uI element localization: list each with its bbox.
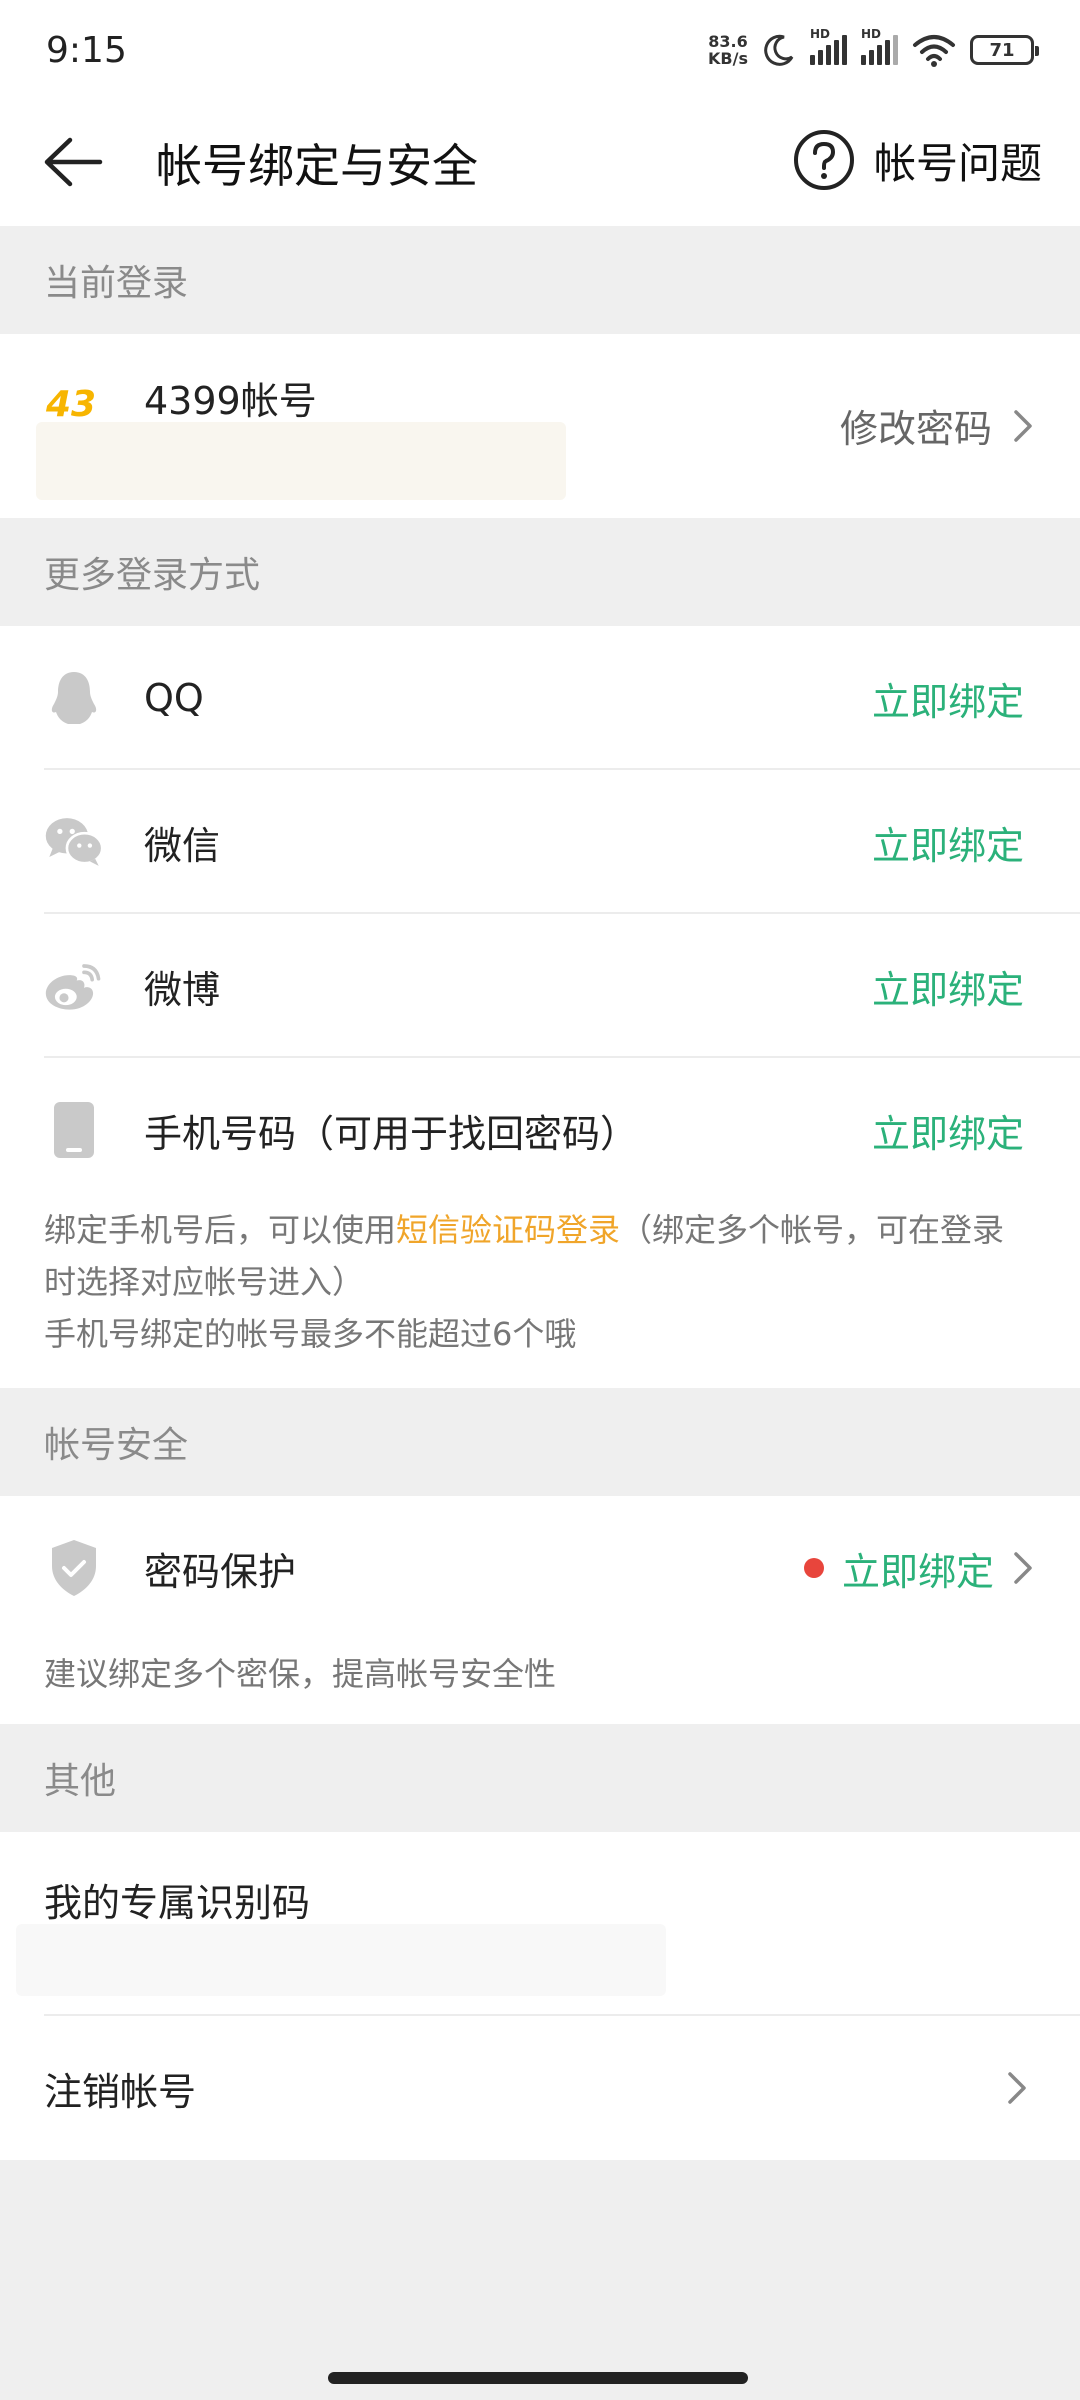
status-icons: 83.6 KB/s HD HD 71 — [708, 27, 1039, 68]
page-title: 帐号绑定与安全 — [156, 139, 478, 193]
4399-logo-icon: 43 — [44, 382, 110, 425]
wechat-label: 微信 — [144, 823, 221, 868]
status-bar: 9:15 83.6 KB/s HD HD 71 — [0, 0, 1080, 100]
section-more-login: 更多登录方式 — [0, 518, 1080, 626]
help-label: 帐号问题 — [873, 138, 1042, 188]
id-code-label: 我的专属识别码 — [44, 1881, 311, 1925]
weibo-label: 微博 — [144, 967, 221, 1012]
other-block: 我的专属识别码 注销帐号 — [0, 1832, 1080, 2160]
login-method-phone[interactable]: 手机号码（可用于找回密码） 立即绑定 — [0, 1058, 1080, 1202]
sms-login-highlight: 短信验证码登录 — [396, 1211, 621, 1249]
bind-wechat-button[interactable]: 立即绑定 — [872, 815, 1024, 870]
alert-dot — [803, 1558, 824, 1578]
current-account-row[interactable]: 43 4399帐号 修改密码 — [0, 334, 1080, 518]
chevron-right-icon — [1014, 1552, 1032, 1584]
password-protection-row[interactable]: 密码保护 立即绑定 — [0, 1496, 1080, 1640]
bind-weibo-button[interactable]: 立即绑定 — [872, 959, 1024, 1014]
cancel-account-row[interactable]: 注销帐号 — [0, 2016, 1080, 2160]
section-other: 其他 — [0, 1724, 1080, 1832]
qq-icon — [44, 668, 104, 728]
qq-label: QQ — [144, 676, 204, 720]
question-circle-icon — [793, 130, 854, 190]
bind-phone-button[interactable]: 立即绑定 — [872, 1103, 1024, 1158]
weibo-icon — [44, 956, 104, 1016]
security-note: 建议绑定多个密保，提高帐号安全性 — [44, 1655, 557, 1693]
login-method-wechat[interactable]: 微信 立即绑定 — [0, 770, 1080, 914]
signal-icon-2: HD — [861, 27, 898, 65]
login-method-weibo[interactable]: 微博 立即绑定 — [0, 914, 1080, 1058]
cancel-account-label: 注销帐号 — [44, 2069, 197, 2114]
phone-binding-note: 绑定手机号后，可以使用短信验证码登录（绑定多个帐号，可在登录时选择对应帐号进入）… — [44, 1211, 1005, 1353]
network-speed: 83.6 KB/s — [708, 32, 748, 68]
account-id-redacted — [36, 422, 566, 500]
change-password-button[interactable]: 修改密码 — [840, 398, 1034, 453]
id-code-row: 我的专属识别码 — [0, 1832, 1080, 2016]
header-bar: 帐号绑定与安全 帐号问题 — [0, 100, 1080, 226]
battery-icon: 71 — [970, 35, 1039, 65]
shield-icon — [44, 1538, 104, 1598]
wechat-icon — [44, 812, 104, 872]
home-indicator[interactable] — [328, 2372, 748, 2384]
phone-label: 手机号码（可用于找回密码） — [144, 1111, 639, 1156]
svg-text:43: 43 — [45, 384, 96, 422]
account-help-button[interactable]: 帐号问题 — [792, 128, 1042, 192]
login-method-qq[interactable]: QQ 立即绑定 — [0, 626, 1080, 770]
bind-password-protection-button[interactable]: 立即绑定 — [803, 1541, 1034, 1596]
section-security: 帐号安全 — [0, 1388, 1080, 1496]
section-current-login: 当前登录 — [0, 226, 1080, 334]
arrow-left-icon — [44, 137, 103, 187]
signal-icon: HD — [810, 27, 847, 65]
chevron-right-icon — [1014, 409, 1032, 442]
password-protection-label: 密码保护 — [144, 1549, 297, 1594]
account-name: 4399帐号 — [144, 379, 317, 423]
status-time: 9:15 — [46, 29, 127, 71]
wifi-icon — [913, 35, 955, 67]
id-code-redacted — [16, 1924, 666, 1996]
moon-icon — [764, 34, 794, 66]
bind-qq-button[interactable]: 立即绑定 — [872, 671, 1024, 726]
chevron-right-icon — [1008, 2072, 1026, 2104]
login-methods-list: QQ 立即绑定 微信 立即绑定 微博 立即绑定 手机号码（可用于找回密码） 立即… — [0, 626, 1080, 1388]
back-button[interactable] — [42, 130, 112, 194]
security-block: 密码保护 立即绑定 建议绑定多个密保，提高帐号安全性 — [0, 1496, 1080, 1724]
phone-icon — [44, 1100, 104, 1160]
